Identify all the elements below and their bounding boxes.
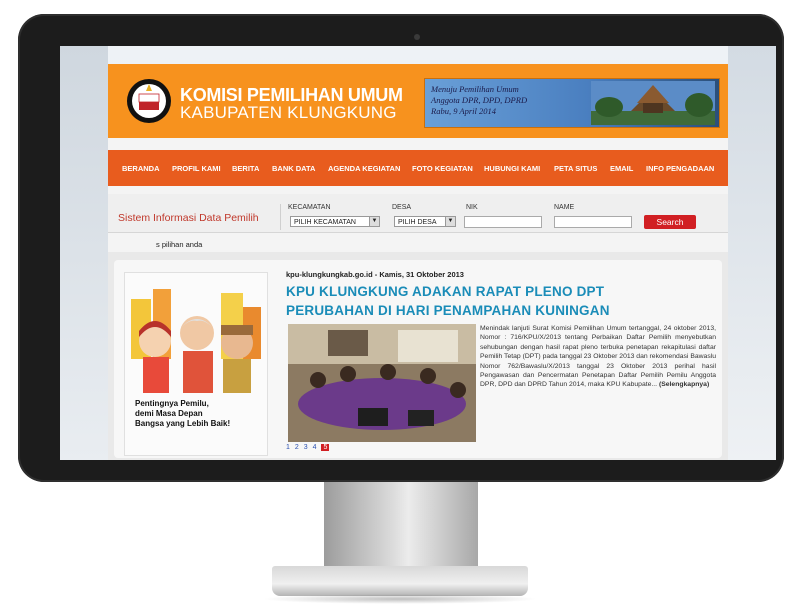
- dropdown-arrow-icon: ▼: [369, 217, 379, 226]
- search-button[interactable]: Search: [644, 215, 696, 229]
- dropdown-arrow-icon: ▼: [445, 217, 455, 226]
- monitor-stand-base: [272, 566, 528, 596]
- site-subtitle: KABUPATEN KLUNGKUNG: [180, 103, 397, 122]
- nik-label: NIK: [466, 204, 478, 211]
- camera-icon: [414, 34, 420, 40]
- nav-peta-situs[interactable]: PETA SITUS: [554, 164, 597, 173]
- panel-title: Sistem Informasi Data Pemilih: [118, 212, 259, 224]
- site-header: KOMISI PEMILIHAN UMUM KABUPATEN KLUNGKUN…: [108, 64, 728, 138]
- poster-line: demi Masa Depan: [135, 409, 203, 418]
- screen: KOMISI PEMILIHAN UMUM KABUPATEN KLUNGKUN…: [60, 46, 776, 460]
- nav-agenda-kegiatan[interactable]: AGENDA KEGIATAN: [328, 164, 400, 173]
- meeting-photo: [288, 324, 476, 442]
- nav-email[interactable]: EMAIL: [610, 164, 633, 173]
- nav-beranda[interactable]: BERANDA: [122, 164, 160, 173]
- kecamatan-value: PILIH KECAMATAN: [294, 219, 356, 226]
- divider: [280, 204, 281, 230]
- kecamatan-select[interactable]: PILIH KECAMATAN ▼: [290, 216, 380, 227]
- kpu-logo-icon: [127, 79, 171, 123]
- poster-line: Pentingnya Pemilu,: [135, 399, 209, 408]
- voter-search-panel: Sistem Informasi Data Pemilih KECAMATAN …: [108, 194, 728, 233]
- nav-profil-kami[interactable]: PROFIL KAMI: [172, 164, 221, 173]
- campaign-poster[interactable]: Pentingnya Pemilu, demi Masa Depan Bangs…: [124, 272, 268, 456]
- page-link[interactable]: 4: [313, 444, 317, 451]
- poster-line: Bangsa yang Lebih Baik!: [135, 419, 231, 428]
- article-meta: kpu-klungkungkab.go.id - Kamis, 31 Oktob…: [286, 270, 464, 279]
- desa-select[interactable]: PILIH DESA ▼: [394, 216, 456, 227]
- temple-image: [591, 81, 715, 125]
- banner-line: Anggota DPR, DPD, DPRD: [431, 95, 528, 105]
- title-line: KPU KLUNGKUNG ADAKAN RAPAT PLENO DPT: [286, 284, 605, 299]
- banner-text: Menuju Pemilihan Umum Anggota DPR, DPD, …: [431, 84, 527, 117]
- background-right: [728, 46, 776, 460]
- title-line: PERUBAHAN DI HARI PENAMPAHAN KUNINGAN: [286, 303, 610, 318]
- background-left: [60, 46, 108, 460]
- desa-value: PILIH DESA: [398, 219, 437, 226]
- page-link[interactable]: 3: [304, 444, 308, 451]
- site-title: KOMISI PEMILIHAN UMUM: [180, 85, 403, 105]
- nav-foto-kegiatan[interactable]: FOTO KEGIATAN: [412, 164, 473, 173]
- banner-line: Rabu, 9 April 2014: [431, 106, 497, 116]
- main-nav: BERANDA PROFIL KAMI BERITA BANK DATA AGE…: [108, 150, 728, 186]
- name-label: NAME: [554, 204, 575, 211]
- nav-bank-data[interactable]: BANK DATA: [272, 164, 315, 173]
- web-page: KOMISI PEMILIHAN UMUM KABUPATEN KLUNGKUN…: [108, 64, 728, 460]
- stand-shadow: [262, 594, 538, 604]
- election-banner[interactable]: Menuju Pemilihan Umum Anggota DPR, DPD, …: [424, 78, 720, 128]
- marquee-text: s pilihan anda: [156, 240, 203, 249]
- banner-line: Menuju Pemilihan Umum: [431, 84, 519, 94]
- page-link[interactable]: 1: [286, 444, 290, 451]
- poster-illustration: [131, 289, 261, 393]
- monitor-bezel: KOMISI PEMILIHAN UMUM KABUPATEN KLUNGKUN…: [18, 14, 784, 482]
- pagination: 1 2 3 4 5: [286, 444, 332, 451]
- featured-news: Pentingnya Pemilu, demi Masa Depan Bangs…: [114, 260, 722, 458]
- content-area: Pentingnya Pemilu, demi Masa Depan Bangs…: [108, 252, 728, 460]
- article-photo[interactable]: [288, 324, 476, 442]
- page-link[interactable]: 2: [295, 444, 299, 451]
- article-title[interactable]: KPU KLUNGKUNG ADAKAN RAPAT PLENO DPT PER…: [286, 282, 716, 320]
- monitor-stand-neck: [324, 482, 478, 570]
- excerpt-text: Menindak lanjuti Surat Komisi Pemilihan …: [480, 325, 717, 389]
- page-link-active[interactable]: 5: [321, 444, 330, 451]
- poster-slogan: Pentingnya Pemilu, demi Masa Depan Bangs…: [135, 399, 230, 429]
- nav-info-pengadaan[interactable]: INFO PENGADAAN: [646, 164, 714, 173]
- kecamatan-label: KECAMATAN: [288, 204, 331, 211]
- article-excerpt: Menindak lanjuti Surat Komisi Pemilihan …: [480, 324, 716, 390]
- read-more-link[interactable]: (Selengkapnya): [659, 381, 709, 388]
- name-input[interactable]: [554, 216, 632, 228]
- nav-berita[interactable]: BERITA: [232, 164, 259, 173]
- nav-hubungi-kami[interactable]: HUBUNGI KAMI: [484, 164, 540, 173]
- desa-label: DESA: [392, 204, 412, 211]
- nik-input[interactable]: [464, 216, 542, 228]
